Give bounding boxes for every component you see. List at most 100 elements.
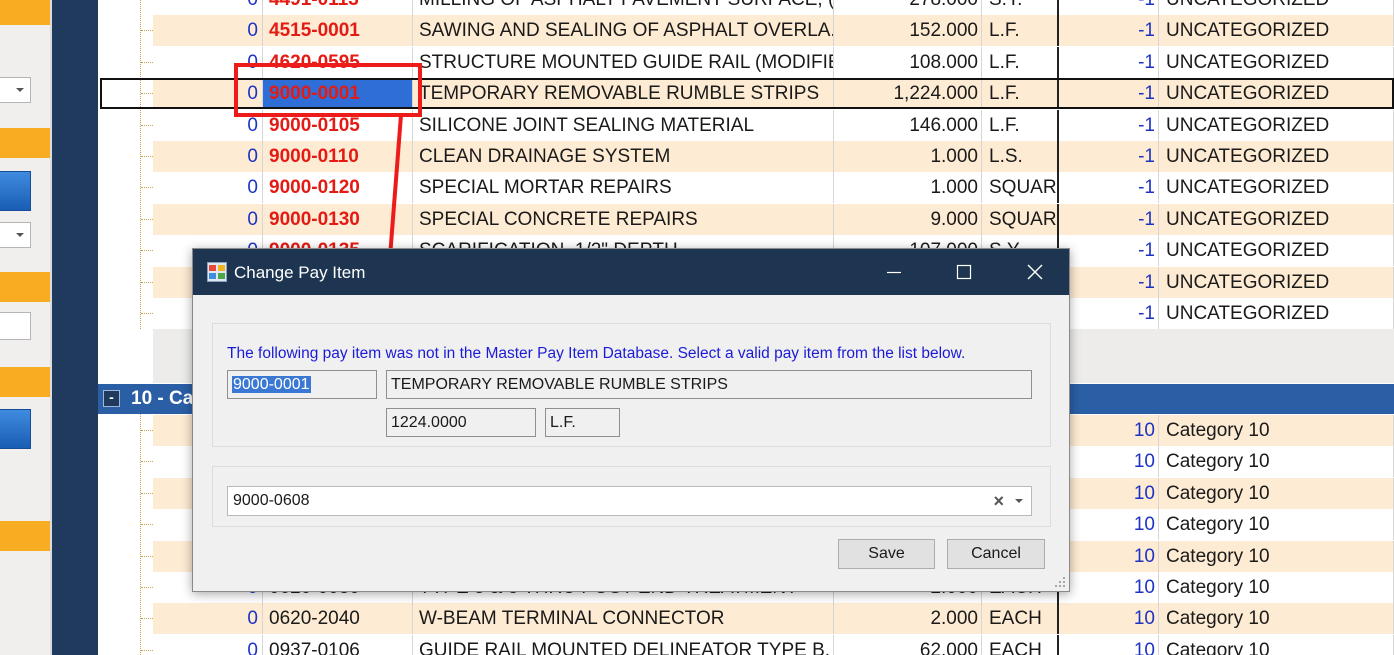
category-name: UNCATEGORIZED: [1159, 172, 1394, 204]
dialog-message: The following pay item was not in the Ma…: [227, 345, 966, 362]
pay-item-quantity: 9.000: [834, 203, 982, 235]
category-id: -1: [1059, 203, 1159, 235]
category-name: UNCATEGORIZED: [1159, 141, 1394, 172]
pay-item-description: SPECIAL CONCRETE REPAIRS: [413, 203, 834, 235]
cancel-button[interactable]: Cancel: [947, 539, 1045, 569]
chevron-down-icon: [16, 233, 24, 237]
navigation-strip: [52, 0, 98, 655]
category-id: 10: [1059, 446, 1159, 478]
row-sequence: 0: [153, 0, 263, 15]
row-sequence: 0: [153, 203, 263, 235]
pay-item-code[interactable]: 4515-0001: [263, 15, 413, 47]
panel-header-bar: [0, 272, 50, 302]
pay-item-code[interactable]: 0937-0106: [263, 634, 413, 655]
pay-item-description: SILICONE JOINT SEALING MATERIAL: [413, 109, 834, 141]
row-sequence: 0: [153, 634, 263, 655]
item-description-field[interactable]: TEMPORARY REMOVABLE RUMBLE STRIPS: [386, 370, 1032, 399]
minimize-button[interactable]: [871, 249, 917, 295]
pay-item-description: GUIDE RAIL MOUNTED DELINEATOR TYPE B, (.…: [413, 634, 834, 655]
pay-item-unit: SQUAR: [982, 203, 1059, 235]
item-code-field[interactable]: 9000-0001: [227, 370, 377, 399]
category-name: Category 10: [1159, 572, 1394, 603]
pay-item-unit: SQUAR: [982, 172, 1059, 204]
pay-item-quantity: 146.000: [834, 109, 982, 141]
clear-icon[interactable]: ×: [993, 487, 1004, 515]
category-id: 10: [1059, 509, 1159, 541]
resize-grip-icon[interactable]: [1054, 576, 1066, 588]
category-id: 10: [1059, 415, 1159, 446]
pay-item-description: CLEAN DRAINAGE SYSTEM: [413, 141, 834, 172]
category-id: -1: [1059, 46, 1159, 78]
annotation-highlight-box: [234, 63, 422, 117]
dialog-title-bar[interactable]: Change Pay Item: [193, 249, 1069, 295]
category-name: Category 10: [1159, 446, 1394, 478]
pay-item-quantity: 1.000: [834, 172, 982, 204]
table-row[interactable]: 0 9000-0110 CLEAN DRAINAGE SYSTEM 1.000 L.S.…: [153, 141, 1394, 172]
app-window-icon: [207, 262, 227, 282]
panel-header-bar: [0, 367, 50, 397]
pay-item-description: MILLING OF ASPHALT PAVEMENT SURFACE, (..…: [413, 0, 834, 15]
row-sequence: 0: [153, 603, 263, 635]
pay-item-unit: L.F.: [982, 15, 1059, 47]
maximize-button[interactable]: [941, 249, 987, 295]
category-name: UNCATEGORIZED: [1159, 0, 1394, 15]
table-row[interactable]: 0 9000-0120 SPECIAL MORTAR REPAIRS 1.000 SQU…: [153, 172, 1394, 204]
category-name: UNCATEGORIZED: [1159, 46, 1394, 78]
dialog-title: Change Pay Item: [234, 263, 366, 282]
pay-item-quantity: 1.000: [834, 141, 982, 172]
save-button[interactable]: Save: [838, 539, 935, 569]
left-panel-button[interactable]: [0, 171, 31, 211]
table-row[interactable]: 0 4515-0001 SAWING AND SEALING OF ASPHALT …: [153, 15, 1394, 47]
chevron-down-icon: [16, 88, 24, 92]
category-id: 10: [1059, 477, 1159, 509]
maximize-icon: [956, 264, 972, 280]
pay-item-code[interactable]: 4491-0113: [263, 0, 413, 15]
category-id: 10: [1059, 572, 1159, 603]
close-icon: [1027, 264, 1043, 280]
pay-item-select[interactable]: 9000-0608 ×: [227, 486, 1032, 516]
pay-item-quantity: 2.000: [834, 603, 982, 635]
pay-item-quantity: 152.000: [834, 15, 982, 47]
category-name: UNCATEGORIZED: [1159, 298, 1394, 329]
pay-item-description: W-BEAM TERMINAL CONNECTOR: [413, 603, 834, 635]
category-id: -1: [1059, 141, 1159, 172]
category-name: UNCATEGORIZED: [1159, 266, 1394, 298]
chevron-down-icon[interactable]: [1015, 499, 1023, 503]
pay-item-description: SPECIAL MORTAR REPAIRS: [413, 172, 834, 204]
category-id: -1: [1059, 235, 1159, 267]
close-button[interactable]: [1011, 249, 1057, 295]
left-panel-button[interactable]: [0, 409, 31, 449]
category-id: 10: [1059, 540, 1159, 572]
category-name: UNCATEGORIZED: [1159, 15, 1394, 47]
row-sequence: 0: [153, 15, 263, 47]
table-row[interactable]: 04491-0113MILLING OF ASPHALT PAVEMENT SU…: [153, 0, 1394, 15]
table-row[interactable]: 0 0937-0106 GUIDE RAIL MOUNTED DELINEATOR …: [153, 634, 1394, 655]
item-code-value: 9000-0001: [232, 376, 311, 393]
row-sequence: 0: [153, 172, 263, 204]
table-row[interactable]: 0 0620-2040 W-BEAM TERMINAL CONNECTOR 2.000…: [153, 603, 1394, 635]
table-row[interactable]: 0 9000-0130 SPECIAL CONCRETE REPAIRS 9.000 S…: [153, 203, 1394, 235]
category-id: -1: [1059, 0, 1159, 15]
category-id: -1: [1059, 15, 1159, 47]
category-name: UNCATEGORIZED: [1159, 235, 1394, 267]
pay-item-unit: L.S.: [982, 141, 1059, 172]
group-label: 10 - Ca: [131, 388, 194, 409]
item-unit-field[interactable]: L.F.: [545, 408, 620, 437]
pay-item-code[interactable]: 0620-2040: [263, 603, 413, 635]
category-name: Category 10: [1159, 540, 1394, 572]
category-name: UNCATEGORIZED: [1159, 109, 1394, 141]
item-quantity-field[interactable]: 1224.0000: [386, 408, 536, 437]
panel-header-bar: [0, 0, 50, 25]
left-panel-dropdown[interactable]: [0, 222, 31, 248]
category-id: -1: [1059, 109, 1159, 141]
left-panel-input[interactable]: [0, 312, 31, 340]
pay-item-description: STRUCTURE MOUNTED GUIDE RAIL (MODIFIE...: [413, 46, 834, 78]
panel-header-bar: [0, 521, 50, 551]
pay-item-quantity: 62.000: [834, 634, 982, 655]
left-panel-dropdown[interactable]: [0, 77, 31, 103]
row-sequence: 0: [153, 141, 263, 172]
category-id: -1: [1059, 266, 1159, 298]
left-side-panel: [0, 0, 52, 655]
tree-connector: [140, 0, 155, 329]
collapse-toggle-icon[interactable]: -: [103, 390, 120, 407]
